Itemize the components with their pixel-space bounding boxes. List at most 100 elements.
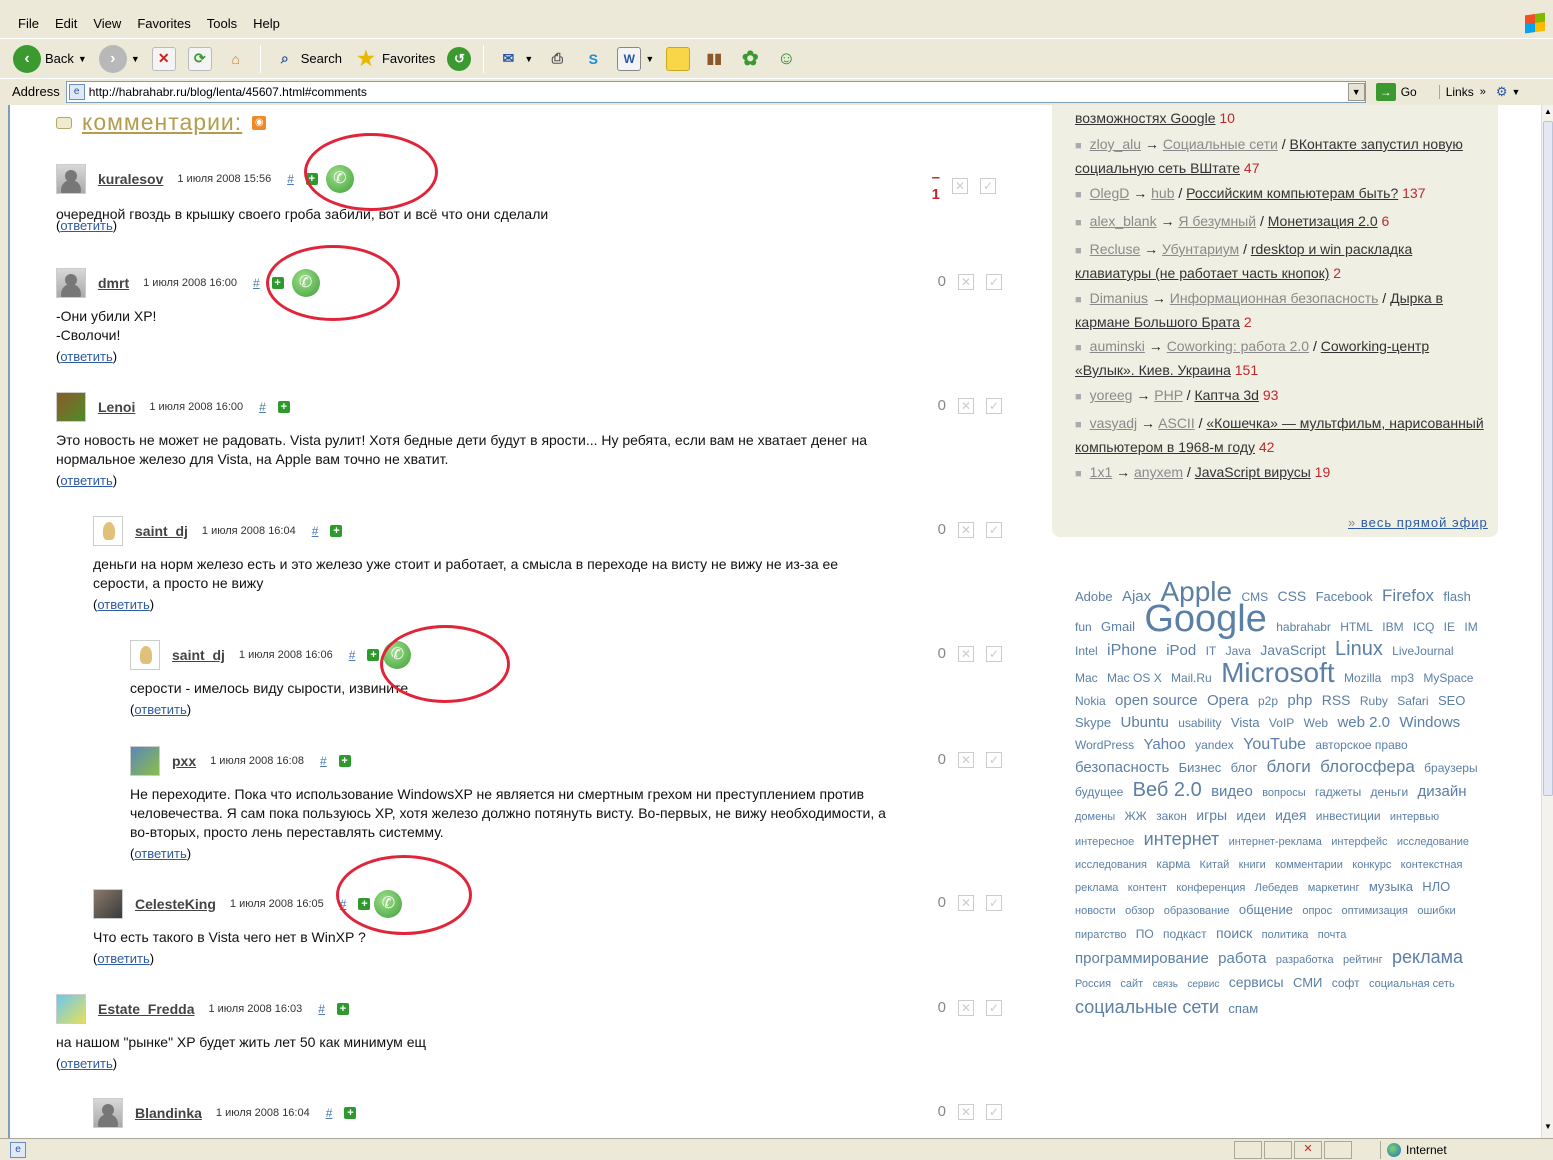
- live-user-link[interactable]: alex_blank: [1090, 213, 1157, 229]
- comments-title[interactable]: комментарии:: [82, 109, 242, 136]
- chevron-right-icon[interactable]: »: [1480, 86, 1486, 98]
- tag-link[interactable]: Google: [1144, 598, 1267, 640]
- chevron-down-icon[interactable]: ▼: [78, 54, 87, 64]
- reply-link[interactable]: ответить: [97, 951, 149, 966]
- tag-link[interactable]: ошибки: [1417, 905, 1455, 917]
- icq-button[interactable]: ✿: [735, 43, 765, 75]
- tag-link[interactable]: идеи: [1236, 808, 1265, 823]
- tag-link[interactable]: habrahabr: [1276, 620, 1331, 634]
- favorites-button[interactable]: ★ Favorites: [351, 43, 438, 75]
- vote-up-icon[interactable]: ✓: [986, 397, 1002, 414]
- go-button[interactable]: → Go: [1375, 82, 1417, 101]
- comment-author[interactable]: pxx: [172, 753, 196, 769]
- live-post-link[interactable]: JavaScript вирусы: [1195, 464, 1311, 480]
- tag-link[interactable]: социальные сети: [1075, 997, 1219, 1017]
- tag-link[interactable]: open source: [1115, 692, 1198, 709]
- tag-link[interactable]: Safari: [1397, 694, 1428, 708]
- tag-link[interactable]: Java: [1226, 644, 1251, 658]
- plus-icon[interactable]: +: [336, 1003, 349, 1015]
- tag-link[interactable]: iPhone: [1107, 642, 1157, 659]
- research-button[interactable]: ▮▮: [699, 43, 729, 75]
- live-user-link[interactable]: yoreeg: [1090, 387, 1133, 403]
- tag-link[interactable]: социальная сеть: [1369, 978, 1455, 990]
- tag-link[interactable]: Yahoo: [1143, 736, 1185, 753]
- vote-down-icon[interactable]: ✕: [958, 751, 974, 768]
- tag-link[interactable]: безопасность: [1075, 759, 1169, 776]
- vertical-scrollbar[interactable]: ▲ ▼: [1541, 105, 1553, 1138]
- live-user-link[interactable]: 1x1: [1090, 464, 1113, 480]
- tag-link[interactable]: Mac OS X: [1107, 671, 1162, 685]
- vote-down-icon[interactable]: ✕: [952, 178, 968, 194]
- tag-link[interactable]: IE: [1444, 620, 1455, 634]
- comment-permalink[interactable]: #: [287, 172, 294, 186]
- tag-link[interactable]: Веб 2.0: [1133, 779, 1202, 801]
- tag-link[interactable]: IBM: [1382, 620, 1403, 634]
- vote-down-icon[interactable]: ✕: [958, 645, 974, 662]
- comment-author[interactable]: Blandinka: [135, 1105, 202, 1121]
- tag-link[interactable]: Windows: [1399, 714, 1460, 731]
- avatar[interactable]: [56, 164, 86, 194]
- avatar[interactable]: [93, 889, 123, 919]
- tag-link[interactable]: программирование: [1075, 950, 1209, 967]
- tag-link[interactable]: php: [1287, 692, 1312, 709]
- vote-up-icon[interactable]: ✓: [986, 894, 1002, 911]
- forward-button[interactable]: › ▼: [96, 43, 143, 75]
- tag-link[interactable]: политика: [1262, 929, 1309, 941]
- tag-link[interactable]: контент: [1128, 882, 1167, 894]
- mail-button[interactable]: ✉ ▼: [493, 43, 536, 75]
- tag-link[interactable]: домены: [1075, 811, 1115, 823]
- plus-icon[interactable]: +: [367, 649, 380, 661]
- tag-link[interactable]: Firefox: [1382, 586, 1434, 605]
- tag-link[interactable]: Opera: [1207, 692, 1249, 709]
- live-user-link[interactable]: zloy_alu: [1090, 136, 1141, 152]
- tag-link[interactable]: сервисы: [1229, 974, 1284, 990]
- vote-down-icon[interactable]: ✕: [958, 397, 974, 414]
- tag-link[interactable]: авторское право: [1315, 738, 1407, 752]
- comment-permalink[interactable]: #: [326, 1106, 333, 1120]
- live-post-link[interactable]: возможностях Google: [1075, 110, 1216, 126]
- comment-author[interactable]: dmrt: [98, 275, 129, 291]
- tag-link[interactable]: Skype: [1075, 715, 1111, 730]
- comment-author[interactable]: saint_dj: [172, 647, 225, 663]
- history-button[interactable]: ↺: [444, 43, 474, 75]
- tag-link[interactable]: сервис: [1187, 979, 1219, 990]
- chevron-down-icon[interactable]: ▼: [524, 54, 533, 64]
- vote-up-icon[interactable]: ✓: [986, 273, 1002, 290]
- menu-edit[interactable]: Edit: [47, 16, 85, 31]
- comment-permalink[interactable]: #: [312, 524, 319, 538]
- tag-link[interactable]: IM: [1464, 620, 1477, 634]
- tag-link[interactable]: Nokia: [1075, 694, 1106, 708]
- menu-view[interactable]: View: [85, 16, 129, 31]
- tag-link[interactable]: СМИ: [1293, 975, 1322, 990]
- tag-link[interactable]: работа: [1218, 950, 1266, 967]
- print-button[interactable]: ⎙: [542, 43, 572, 75]
- tag-link[interactable]: Facebook: [1316, 589, 1373, 604]
- tag-link[interactable]: CSS: [1277, 588, 1306, 604]
- tag-link[interactable]: VoIP: [1269, 716, 1294, 730]
- live-user-link[interactable]: auminski: [1090, 338, 1145, 354]
- tag-link[interactable]: интересное: [1075, 836, 1134, 848]
- note-button[interactable]: [663, 43, 693, 75]
- tag-link[interactable]: RSS: [1322, 692, 1351, 708]
- tag-link[interactable]: ICQ: [1413, 620, 1434, 634]
- tag-link[interactable]: Ruby: [1360, 694, 1388, 708]
- tag-link[interactable]: iPod: [1166, 642, 1196, 659]
- live-user-link[interactable]: vasyadj: [1090, 415, 1137, 431]
- tag-link[interactable]: дизайн: [1418, 783, 1467, 800]
- scroll-down-icon[interactable]: ▼: [1543, 1122, 1553, 1134]
- vote-up-icon[interactable]: ✓: [980, 178, 996, 194]
- tag-link[interactable]: Лебедев: [1255, 882, 1299, 894]
- tag-link[interactable]: Mac: [1075, 671, 1098, 685]
- live-blog-link[interactable]: hub: [1151, 185, 1174, 201]
- tag-link[interactable]: ЖЖ: [1125, 809, 1147, 823]
- menu-help[interactable]: Help: [245, 16, 288, 31]
- chevron-down-icon[interactable]: ▼: [1347, 82, 1365, 101]
- tag-link[interactable]: пиратство: [1075, 929, 1126, 941]
- tag-link[interactable]: Китай: [1199, 859, 1229, 871]
- tag-link[interactable]: p2p: [1258, 694, 1278, 708]
- comment-author[interactable]: CelesteKing: [135, 896, 216, 912]
- vote-down-icon[interactable]: ✕: [958, 1103, 974, 1120]
- tag-link[interactable]: Vista: [1231, 715, 1260, 730]
- links-button[interactable]: Links: [1438, 84, 1474, 99]
- plus-icon[interactable]: +: [344, 1107, 357, 1119]
